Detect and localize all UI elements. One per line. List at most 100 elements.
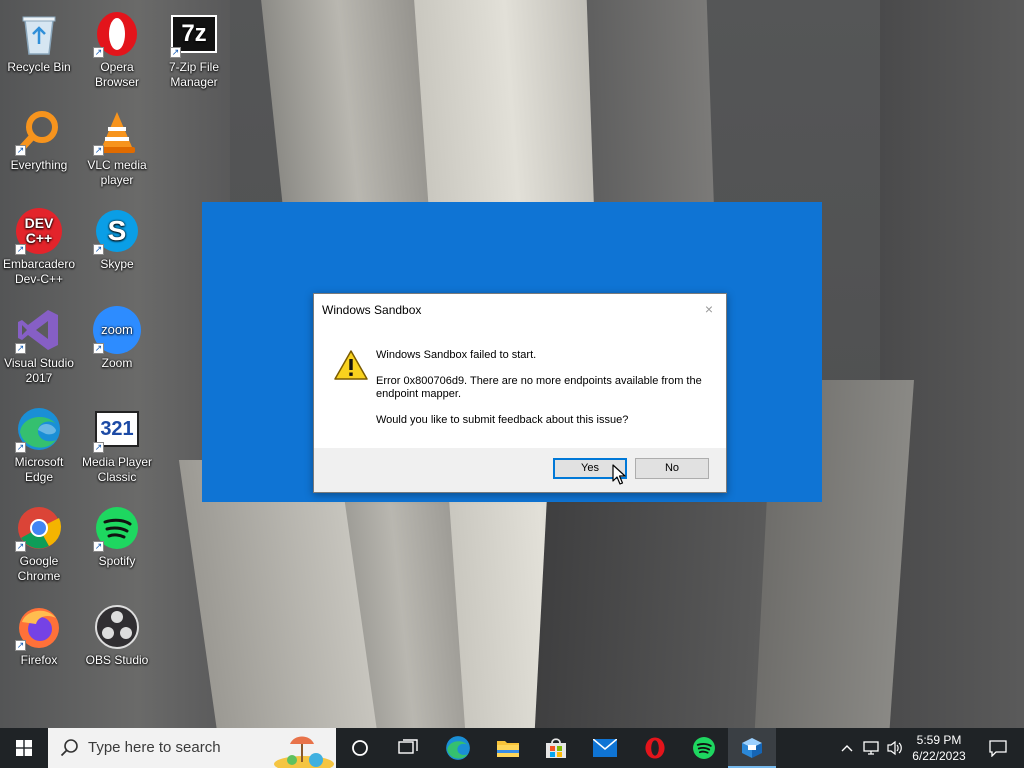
mail-icon (593, 739, 617, 757)
cortana-icon (352, 740, 368, 756)
cortana-button[interactable] (336, 728, 384, 768)
taskbar-mail[interactable] (581, 728, 629, 768)
desktop-icon-label: 7-Zip File Manager (168, 60, 219, 89)
taskbar-clock[interactable]: 5:59 PM 6/22/2023 (908, 732, 970, 764)
desktop-icon-skype[interactable]: S ↗ Skype (79, 207, 155, 272)
desktop-icon-opera[interactable]: ↗ Opera Browser (79, 10, 155, 90)
desktop-icon-label: Opera Browser (94, 60, 139, 89)
edge-icon: ↗ (15, 405, 63, 453)
taskbar-search-box[interactable]: Type here to search (48, 728, 336, 768)
desktop-icon-media-player-classic[interactable]: 321 ↗ Media Player Classic (79, 405, 155, 485)
dialog-heading: Windows Sandbox failed to start. (376, 349, 537, 361)
network-button[interactable] (860, 728, 882, 768)
edge-icon (446, 736, 470, 760)
action-center-button[interactable] (978, 728, 1018, 768)
shortcut-arrow-icon: ↗ (93, 343, 104, 354)
shortcut-arrow-icon: ↗ (93, 47, 104, 58)
shortcut-arrow-icon: ↗ (15, 640, 26, 651)
network-icon (863, 741, 879, 755)
desktop-icon-edge[interactable]: ↗ Microsoft Edge (1, 405, 77, 485)
clock-time: 5:59 PM (916, 733, 962, 747)
shortcut-arrow-icon: ↗ (15, 145, 26, 156)
firefox-icon: ↗ (15, 603, 63, 651)
desktop-icon-zoom[interactable]: zoom ↗ Zoom (79, 306, 155, 371)
task-view-button[interactable] (384, 728, 432, 768)
visual-studio-icon: ↗ (15, 306, 63, 354)
shortcut-arrow-icon: ↗ (15, 442, 26, 453)
taskbar-edge[interactable] (434, 728, 482, 768)
desktop-icon-recycle-bin[interactable]: Recycle Bin (1, 10, 77, 75)
no-button[interactable]: No (635, 458, 709, 479)
desktop-icon-label: Visual Studio 2017 (4, 356, 74, 385)
desktop-icon-label: Everything (10, 158, 68, 172)
chrome-icon: ↗ (15, 504, 63, 552)
desktop-icon-label: Spotify (98, 554, 136, 568)
windows-logo-icon (16, 740, 32, 756)
desktop-icon-firefox[interactable]: ↗ Firefox (1, 603, 77, 668)
zoom-icon: zoom ↗ (93, 306, 141, 354)
desktop-icon-7zip[interactable]: 7z ↗ 7-Zip File Manager (156, 10, 232, 90)
devcpp-icon: DEV C++ ↗ (15, 207, 63, 255)
desktop-icon-label: Microsoft Edge (14, 455, 64, 484)
task-view-icon (398, 739, 418, 754)
search-highlight-icon (270, 730, 336, 768)
dialog-title: Windows Sandbox (322, 303, 422, 317)
desktop-icon-label: Zoom (101, 356, 133, 370)
taskbar-microsoft-store[interactable] (532, 728, 580, 768)
shortcut-arrow-icon: ↗ (93, 244, 104, 255)
devcpp-glyph-bottom: C++ (25, 230, 53, 246)
start-button[interactable] (0, 728, 48, 768)
obs-icon (93, 603, 141, 651)
desktop-icon-visual-studio[interactable]: ↗ Visual Studio 2017 (1, 306, 77, 386)
windows-sandbox-icon (742, 738, 762, 758)
shortcut-arrow-icon: ↗ (15, 343, 26, 354)
shortcut-arrow-icon: ↗ (15, 244, 26, 255)
desktop-icon-everything[interactable]: ↗ Everything (1, 108, 77, 173)
error-dialog: Windows Sandbox × Windows Sandbox failed… (313, 293, 727, 493)
search-placeholder: Type here to search (88, 739, 221, 756)
taskbar-spotify[interactable] (680, 728, 728, 768)
taskbar: Type here to search 5:59 PM 6/22/2023 (0, 728, 1024, 768)
desktop-icon-label: Google Chrome (17, 554, 61, 583)
search-icon (60, 739, 78, 757)
shortcut-arrow-icon: ↗ (170, 47, 181, 58)
close-icon[interactable]: × (700, 300, 718, 318)
desktop-icon-label: OBS Studio (85, 653, 149, 667)
speaker-icon (887, 740, 902, 756)
desktop-icon-label: Embarcadero Dev-C++ (2, 257, 76, 286)
desktop-icon-chrome[interactable]: ↗ Google Chrome (1, 504, 77, 584)
warning-icon (334, 350, 368, 380)
desktop-icon-label: Firefox (20, 653, 58, 667)
mpc-icon: 321 ↗ (93, 405, 141, 453)
desktop-icon-vlc[interactable]: ↗ VLC media player (79, 108, 155, 188)
desktop-icon-spotify[interactable]: ↗ Spotify (79, 504, 155, 569)
taskbar-windows-sandbox[interactable] (728, 728, 776, 768)
shortcut-arrow-icon: ↗ (15, 541, 26, 552)
desktop-icon-obs[interactable]: OBS Studio (79, 603, 155, 668)
dialog-question: Would you like to submit feedback about … (376, 414, 629, 426)
desktop-icon-label: Recycle Bin (7, 60, 71, 74)
skype-icon: S ↗ (93, 207, 141, 255)
shortcut-arrow-icon: ↗ (93, 442, 104, 453)
everything-icon: ↗ (15, 108, 63, 156)
opera-icon: ↗ (93, 10, 141, 58)
spotify-icon: ↗ (93, 504, 141, 552)
taskbar-file-explorer[interactable] (484, 728, 532, 768)
spotify-icon (693, 737, 715, 759)
file-explorer-icon (497, 741, 519, 757)
show-hidden-icons-button[interactable] (836, 728, 858, 768)
shortcut-arrow-icon: ↗ (93, 541, 104, 552)
recycle-bin-icon (15, 10, 63, 58)
taskbar-opera[interactable] (631, 728, 679, 768)
microsoft-store-icon (546, 738, 566, 758)
desktop-icon-label: Skype (100, 257, 134, 271)
chevron-up-icon (841, 745, 853, 752)
desktop-icon-label: VLC media player (87, 158, 147, 187)
shortcut-arrow-icon: ↗ (93, 145, 104, 156)
7zip-icon: 7z ↗ (170, 10, 218, 58)
volume-button[interactable] (884, 728, 906, 768)
vlc-icon: ↗ (93, 108, 141, 156)
desktop-icon-devcpp[interactable]: DEV C++ ↗ Embarcadero Dev-C++ (1, 207, 77, 287)
dialog-footer: Yes No (314, 448, 726, 492)
dialog-error-text: Error 0x800706d9. There are no more endp… (376, 375, 702, 400)
